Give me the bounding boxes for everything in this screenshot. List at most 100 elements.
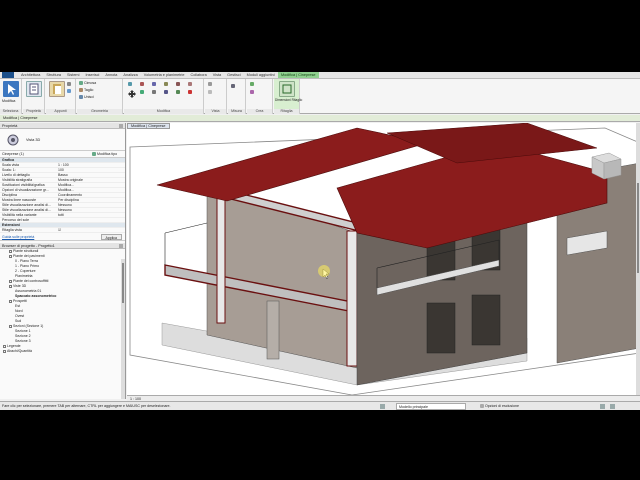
expand-toggle-icon[interactable]	[9, 254, 12, 258]
browser-scrollbar[interactable]	[121, 259, 125, 399]
left-panel: Proprietà Vista 3D Cineprese (1) Modific…	[0, 123, 126, 399]
delete-button[interactable]	[188, 90, 193, 95]
modify-tool-button[interactable]	[3, 81, 19, 97]
3d-viewport[interactable]	[127, 123, 640, 395]
align-icon	[128, 82, 132, 87]
expand-toggle-icon[interactable]	[9, 299, 12, 303]
copy-element-button[interactable]	[140, 90, 145, 95]
tab-architettura[interactable]: Architettura	[18, 72, 43, 78]
properties-help-link[interactable]: Guida sulle proprietà	[0, 235, 34, 239]
cursor-icon	[8, 84, 16, 95]
expand-toggle-icon[interactable]	[9, 249, 12, 253]
move-button[interactable]	[128, 90, 136, 98]
trim-button[interactable]	[164, 82, 169, 87]
join-button[interactable]: Unisci	[79, 95, 94, 100]
scale-button[interactable]	[176, 90, 181, 95]
view-cube[interactable]	[591, 152, 622, 180]
tab-vista[interactable]: Vista	[210, 72, 224, 78]
paste-button[interactable]	[49, 81, 65, 97]
viewport-scrollbar[interactable]	[636, 123, 640, 395]
expand-toggle-icon[interactable]	[3, 344, 6, 348]
browser-item-label: Assonometria 01	[15, 289, 42, 293]
hide-icon	[208, 90, 212, 95]
align-button[interactable]	[128, 82, 133, 87]
apply-button[interactable]: Applica	[100, 234, 122, 240]
ribbon-group-select: Modifica Seleziona	[0, 79, 22, 114]
measure-group-label: Misura	[228, 109, 245, 114]
filter-icon[interactable]	[600, 404, 605, 409]
pin-button[interactable]	[188, 82, 193, 87]
mirror-button[interactable]	[152, 82, 157, 87]
expand-toggle-icon[interactable]	[9, 279, 12, 283]
tab-moduli[interactable]: Moduli aggiuntivi	[244, 72, 278, 78]
view-button-2[interactable]	[208, 90, 213, 95]
crop-icon	[282, 84, 292, 94]
cope-button[interactable]: Cimosa	[79, 81, 96, 86]
exclusion-options[interactable]: Opzioni di esclusione	[480, 402, 519, 410]
tab-annota[interactable]: Annota	[102, 72, 120, 78]
create-button-2[interactable]	[250, 90, 255, 95]
tab-gestisci[interactable]: Gestisci	[224, 72, 244, 78]
rotate-button[interactable]	[152, 90, 157, 95]
modify-label: Modifica	[2, 99, 16, 103]
view-button-1[interactable]	[208, 82, 213, 87]
browser-item-label: Sud	[15, 319, 22, 323]
building-section-view[interactable]	[127, 123, 640, 395]
browser-item-label: 1 - Piano Primo	[15, 264, 40, 268]
properties-title: Proprietà	[2, 124, 18, 128]
selection-icon[interactable]	[610, 404, 615, 409]
tab-collabora[interactable]: Collabora	[188, 72, 210, 78]
modify-group-label: Modifica	[124, 109, 203, 114]
tab-struttura[interactable]: Struttura	[43, 72, 64, 78]
offset-icon	[140, 82, 144, 87]
expand-toggle-icon[interactable]	[9, 284, 12, 288]
cut-small-button[interactable]	[67, 82, 72, 87]
ribbon-group-create: Crea	[247, 79, 273, 114]
close-icon[interactable]	[119, 124, 123, 128]
workset-icon[interactable]	[380, 404, 385, 409]
crop-size-button[interactable]	[279, 81, 295, 97]
browser-item-label: 2 - Coperture	[15, 269, 36, 273]
browser-item-label: Sezione 1	[15, 329, 31, 333]
design-option-select[interactable]: Modello principale	[396, 403, 466, 410]
window-lower-1	[426, 302, 456, 354]
array-button[interactable]	[164, 90, 169, 95]
edit-type-button[interactable]: Modifica tipo	[92, 151, 117, 158]
ribbon-group-clipboard: Appunti	[46, 79, 76, 114]
status-hint: Fare clic per selezionare, premere TAB p…	[2, 404, 171, 408]
expand-toggle-icon[interactable]	[9, 324, 12, 328]
copy-small-button[interactable]	[67, 89, 72, 94]
camera-icon	[7, 134, 19, 146]
offset-button[interactable]	[140, 82, 145, 87]
expand-toggle-icon[interactable]	[3, 349, 6, 353]
property-rows: Scala vista 1 : 100 Scala: 1: 100 Livello di…	[0, 163, 125, 223]
cut-geometry-button[interactable]: Taglio	[79, 88, 93, 93]
tab-analizza[interactable]: Analizza	[120, 72, 140, 78]
type-selector[interactable]: Vista 3D	[0, 129, 125, 151]
application-menu-button[interactable]	[2, 72, 14, 78]
browser-item[interactable]: Abachi/Quantità	[0, 349, 125, 354]
ribbon-tab-bar: Architettura Struttura Sistemi Inserisci…	[0, 72, 640, 79]
options-bar: Modifica | Cineprese	[0, 115, 640, 122]
split-button[interactable]	[176, 82, 181, 87]
tab-modifica-cineprese[interactable]: Modifica | Cineprese	[277, 72, 319, 78]
ribbon-group-properties: Proprietà	[23, 79, 45, 114]
measure-button[interactable]	[231, 84, 236, 89]
browser-item-label: Est	[15, 304, 21, 308]
create-button-1[interactable]	[250, 82, 255, 87]
status-bar: Fare clic per selezionare, premere TAB p…	[0, 401, 640, 410]
instance-filter[interactable]: Cineprese (1)	[0, 152, 24, 156]
view-title-bar: Modifica | Cineprese	[127, 123, 170, 129]
crop-size-label: Dimensioni Ritaglio	[275, 98, 303, 102]
browser-close-icon[interactable]	[119, 244, 123, 248]
browser-item-label: Sezione 3	[15, 339, 31, 343]
tab-sistemi[interactable]: Sistemi	[64, 72, 82, 78]
scissors-icon	[67, 82, 71, 87]
tab-volumetria[interactable]: Volumetria e planimetrie	[141, 72, 188, 78]
tab-inserisci[interactable]: Inserisci	[82, 72, 102, 78]
ribbon-group-measure: Misura	[228, 79, 246, 114]
browser-item-label: Abachi/Quantità	[7, 349, 32, 353]
browser-item-label: Legende	[7, 344, 21, 348]
join-label: Unisci	[84, 95, 94, 99]
properties-button[interactable]	[26, 81, 42, 97]
